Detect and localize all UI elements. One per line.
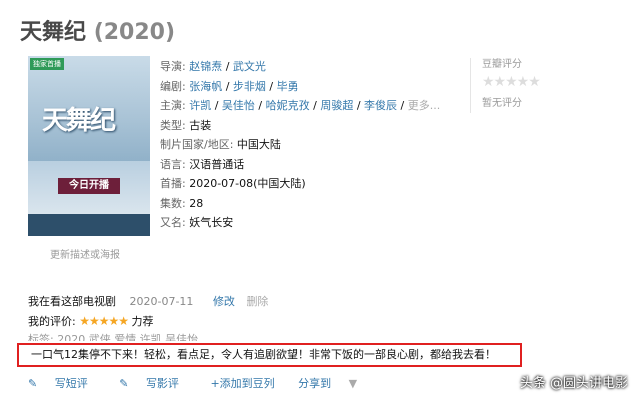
watch-status: 我在看这部电视剧 2020-07-11 修改 删除 [28,293,268,309]
writer-link[interactable]: 张海帆 [189,80,222,93]
add-to-list-button[interactable]: +添加到豆列 [210,377,274,390]
my-rating-label: 我的评价: [28,315,76,328]
director-row: 导演: 赵锦焘 / 武文光 [160,60,266,73]
premiere-value: 2020-07-08(中国大陆) [189,177,306,190]
pencil-icon: ✎ [119,377,129,390]
writer-row: 编剧: 张海帆 / 步非烟 / 毕勇 [160,79,299,93]
write-short-comment-button[interactable]: ✎ 写短评 [28,377,105,390]
poster-image[interactable]: 独家首播 天舞纪 今日开播 [28,56,150,236]
aka-label: 又名: [160,216,186,229]
aka-row: 又名: 妖气长安 [160,213,440,233]
rating-stars-icon: ★★★★★ [482,74,541,90]
region-value: 中国大陆 [236,138,281,151]
douban-rating-label: 豆瓣评分 [482,59,522,70]
write-review-label: 写影评 [145,377,179,390]
share-label: 分享到 [298,377,332,390]
poster-footer [28,214,150,236]
language-label: 语言: [160,157,186,171]
tags-line: 标签: 2020 武侠 爱情 许凯 吴佳怡 [28,333,199,341]
poster-badge: 独家首播 [30,58,64,70]
my-rating-stars-icon: ★★★★★ [79,314,129,328]
episodes-value: 28 [189,196,204,210]
cast-more-link[interactable]: 更多... [408,99,441,112]
episodes-row: 集数: 28 [160,194,440,214]
update-poster-link[interactable]: 更新描述或海报 [50,246,120,261]
language-row: 语言: 汉语普通话 [160,155,440,175]
premiere-label: 首播: [160,177,186,190]
share-button[interactable]: 分享到 ▼ [298,377,371,390]
cast-link[interactable]: 吴佳怡 [222,99,255,112]
cast-row: 主演: 许凯 / 吴佳怡 / 哈妮克孜 / 周骏超 / 李俊辰 / 更多... [160,99,441,112]
no-rating-text: 暂无评分 [482,98,522,109]
watch-date: 2020-07-11 [129,295,194,308]
writer-link[interactable]: 毕勇 [277,80,299,93]
cast-link[interactable]: 周骏超 [320,99,353,112]
write-short-comment-label: 写短评 [54,377,88,390]
type-label: 类型: [160,118,186,132]
premiere-row: 首播: 2020-07-08(中国大陆) [160,174,440,194]
region-row: 制片国家/地区: 中国大陆 [160,135,440,155]
poster-banner: 今日开播 [58,178,120,194]
writer-link[interactable]: 步非烟 [233,80,266,93]
language-value: 汉语普通话 [189,157,245,171]
region-label: 制片国家/地区: [160,138,234,151]
type-row: 类型: 古装 [160,116,440,136]
cast-link[interactable]: 许凯 [189,99,211,112]
rating-divider [470,58,471,113]
title-name: 天舞纪 [20,20,87,45]
director-label: 导演: [160,60,186,73]
title-year: (2020) [93,20,176,45]
watermark: 头条 @圆头讲电影 [519,376,628,391]
watching-text: 我在看这部电视剧 [28,295,116,308]
my-rating: 我的评价: ★★★★★ 力荐 [28,313,154,329]
short-comment-box: 一口气12集停不下来！轻松，看点足，令人有追剧欲望！非常下饭的一部良心剧，都给我… [17,343,522,367]
episodes-label: 集数: [160,196,186,210]
my-rating-word: 力荐 [131,315,154,328]
page-title: 天舞纪 (2020) [20,14,175,46]
director-link[interactable]: 赵锦焘 [189,60,222,73]
type-value: 古装 [189,118,212,132]
writer-label: 编剧: [160,79,186,93]
cast-link[interactable]: 李俊辰 [364,99,397,112]
cast-label: 主演: [160,99,186,112]
aka-value: 妖气长安 [189,216,234,229]
edit-link[interactable]: 修改 [213,295,235,308]
director-link[interactable]: 武文光 [233,60,266,73]
delete-link[interactable]: 删除 [246,295,268,308]
write-review-button[interactable]: ✎ 写影评 [119,377,196,390]
action-bar: ✎ 写短评 ✎ 写影评 +添加到豆列 分享到 ▼ [28,375,385,391]
pencil-icon: ✎ [28,377,38,390]
info-panel: 导演: 赵锦焘 / 武文光 编剧: 张海帆 / 步非烟 / 毕勇 主演: 许凯 … [160,57,440,233]
cast-link[interactable]: 哈妮克孜 [266,99,310,112]
poster-title-art: 天舞纪 [42,106,116,136]
share-dropdown-icon: ▼ [348,377,358,390]
